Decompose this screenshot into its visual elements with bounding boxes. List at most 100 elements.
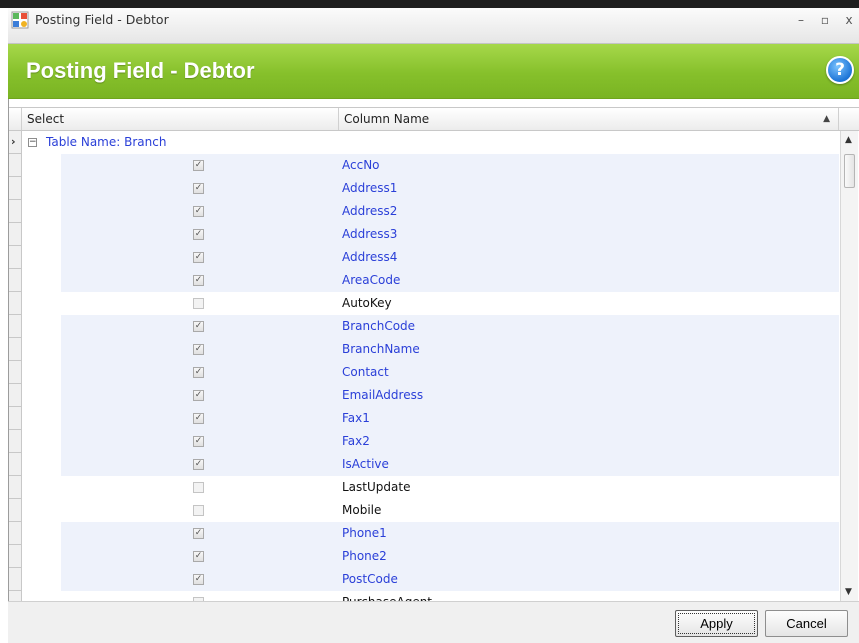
checkbox-checked[interactable]: ✓ bbox=[193, 344, 204, 355]
help-icon[interactable]: ? bbox=[826, 56, 854, 84]
column-name-cell: Phone2 bbox=[342, 549, 387, 563]
row-indicator[interactable] bbox=[9, 315, 22, 338]
table-row[interactable]: LastUpdate bbox=[61, 476, 839, 499]
column-name-cell: Mobile bbox=[342, 503, 382, 517]
table-row[interactable]: ✓ BranchCode bbox=[61, 315, 839, 338]
column-name-cell: IsActive bbox=[342, 457, 389, 471]
column-name-cell: Address2 bbox=[342, 204, 398, 218]
checkbox-checked[interactable]: ✓ bbox=[193, 459, 204, 470]
column-name-cell: AutoKey bbox=[342, 296, 392, 310]
column-name-cell: BranchCode bbox=[342, 319, 416, 333]
checkbox-checked[interactable]: ✓ bbox=[193, 390, 204, 401]
checkbox-unchecked[interactable] bbox=[193, 298, 204, 309]
row-indicator[interactable] bbox=[9, 430, 22, 453]
scroll-down-icon[interactable]: ▼ bbox=[845, 587, 852, 597]
checkbox-checked[interactable]: ✓ bbox=[193, 367, 204, 378]
checkbox-checked[interactable]: ✓ bbox=[193, 275, 204, 286]
row-indicator[interactable] bbox=[9, 522, 22, 545]
row-indicator[interactable] bbox=[9, 246, 22, 269]
column-name-cell: Phone1 bbox=[342, 526, 387, 540]
sort-ascending-icon: ▲ bbox=[823, 114, 830, 124]
checkbox-checked[interactable]: ✓ bbox=[193, 528, 204, 539]
scroll-thumb[interactable] bbox=[844, 154, 855, 188]
column-name-cell: Address3 bbox=[342, 227, 398, 241]
row-indicator[interactable] bbox=[9, 453, 22, 476]
posting-field-grid: Select Column Name ▲ › − Table Name: Bra… bbox=[8, 99, 859, 601]
row-indicator[interactable] bbox=[9, 545, 22, 568]
row-indicator[interactable] bbox=[9, 407, 22, 430]
row-indicator[interactable] bbox=[9, 292, 22, 315]
row-indicator[interactable] bbox=[9, 338, 22, 361]
table-row[interactable]: PurchaseAgent bbox=[61, 591, 839, 601]
column-name-cell: PostCode bbox=[342, 572, 398, 586]
checkbox-checked[interactable]: ✓ bbox=[193, 551, 204, 562]
checkbox-checked[interactable]: ✓ bbox=[193, 413, 204, 424]
minimize-icon[interactable]: – bbox=[794, 13, 808, 27]
table-row[interactable]: ✓ EmailAddress bbox=[61, 384, 839, 407]
checkbox-checked[interactable]: ✓ bbox=[193, 229, 204, 240]
row-indicator[interactable] bbox=[9, 200, 22, 223]
column-header-column-name-label: Column Name bbox=[344, 112, 430, 126]
current-row-icon: › bbox=[11, 135, 16, 148]
group-row-branch[interactable]: − Table Name: Branch bbox=[23, 131, 839, 154]
checkbox-checked[interactable]: ✓ bbox=[193, 321, 204, 332]
row-indicator[interactable] bbox=[9, 476, 22, 499]
table-row[interactable]: ✓ Fax1 bbox=[61, 407, 839, 430]
table-row[interactable]: ✓ AreaCode bbox=[61, 269, 839, 292]
close-icon[interactable]: x bbox=[842, 13, 856, 27]
grid-header: Select Column Name ▲ bbox=[9, 107, 859, 131]
row-indicator-current[interactable]: › bbox=[9, 131, 22, 154]
checkbox-checked[interactable]: ✓ bbox=[193, 252, 204, 263]
column-name-cell: Address1 bbox=[342, 181, 398, 195]
table-row[interactable]: ✓ Address4 bbox=[61, 246, 839, 269]
window-title: Posting Field - Debtor bbox=[35, 12, 169, 27]
table-row[interactable]: ✓ Contact bbox=[61, 361, 839, 384]
table-row[interactable]: ✓ Address2 bbox=[61, 200, 839, 223]
table-row[interactable]: AutoKey bbox=[61, 292, 839, 315]
maximize-icon[interactable]: ▫ bbox=[818, 13, 832, 27]
table-row[interactable]: ✓ AccNo bbox=[61, 154, 839, 177]
table-row[interactable]: ✓ Address3 bbox=[61, 223, 839, 246]
row-indicator-header bbox=[9, 108, 22, 130]
checkbox-checked[interactable]: ✓ bbox=[193, 183, 204, 194]
row-indicator[interactable] bbox=[9, 591, 22, 601]
column-name-cell: Contact bbox=[342, 365, 389, 379]
row-indicator[interactable] bbox=[9, 269, 22, 292]
table-row[interactable]: ✓ Fax2 bbox=[61, 430, 839, 453]
table-row[interactable]: Mobile bbox=[61, 499, 839, 522]
column-header-column-name[interactable]: Column Name ▲ bbox=[340, 108, 839, 130]
row-indicator[interactable] bbox=[9, 177, 22, 200]
row-indicator[interactable] bbox=[9, 154, 22, 177]
scroll-up-icon[interactable]: ▲ bbox=[845, 135, 852, 145]
window-titlebar[interactable]: Posting Field - Debtor – ▫ x bbox=[8, 8, 859, 44]
checkbox-checked[interactable]: ✓ bbox=[193, 436, 204, 447]
column-name-cell: LastUpdate bbox=[342, 480, 411, 494]
row-indicator-column: › bbox=[9, 131, 22, 601]
window-top-border bbox=[0, 0, 859, 8]
apply-button[interactable]: Apply bbox=[675, 610, 758, 637]
table-row[interactable]: ✓ BranchName bbox=[61, 338, 839, 361]
table-row[interactable]: ✓ IsActive bbox=[61, 453, 839, 476]
row-indicator[interactable] bbox=[9, 361, 22, 384]
table-row[interactable]: ✓ PostCode bbox=[61, 568, 839, 591]
row-indicator[interactable] bbox=[9, 384, 22, 407]
dialog-header: Posting Field - Debtor ? bbox=[8, 44, 859, 99]
collapse-icon[interactable]: − bbox=[28, 138, 37, 147]
vertical-scrollbar[interactable]: ▲ ▼ bbox=[840, 131, 858, 601]
cancel-button[interactable]: Cancel bbox=[765, 610, 848, 637]
dialog-footer: Apply Cancel bbox=[8, 601, 859, 643]
column-header-select[interactable]: Select bbox=[23, 108, 339, 130]
table-row[interactable]: ✓ Phone2 bbox=[61, 545, 839, 568]
header-title: Posting Field - Debtor bbox=[26, 58, 255, 83]
checkbox-checked[interactable]: ✓ bbox=[193, 160, 204, 171]
checkbox-unchecked[interactable] bbox=[193, 482, 204, 493]
column-name-cell: Fax2 bbox=[342, 434, 370, 448]
row-indicator[interactable] bbox=[9, 568, 22, 591]
row-indicator[interactable] bbox=[9, 223, 22, 246]
table-row[interactable]: ✓ Phone1 bbox=[61, 522, 839, 545]
checkbox-checked[interactable]: ✓ bbox=[193, 206, 204, 217]
checkbox-unchecked[interactable] bbox=[193, 505, 204, 516]
table-row[interactable]: ✓ Address1 bbox=[61, 177, 839, 200]
row-indicator[interactable] bbox=[9, 499, 22, 522]
checkbox-checked[interactable]: ✓ bbox=[193, 574, 204, 585]
